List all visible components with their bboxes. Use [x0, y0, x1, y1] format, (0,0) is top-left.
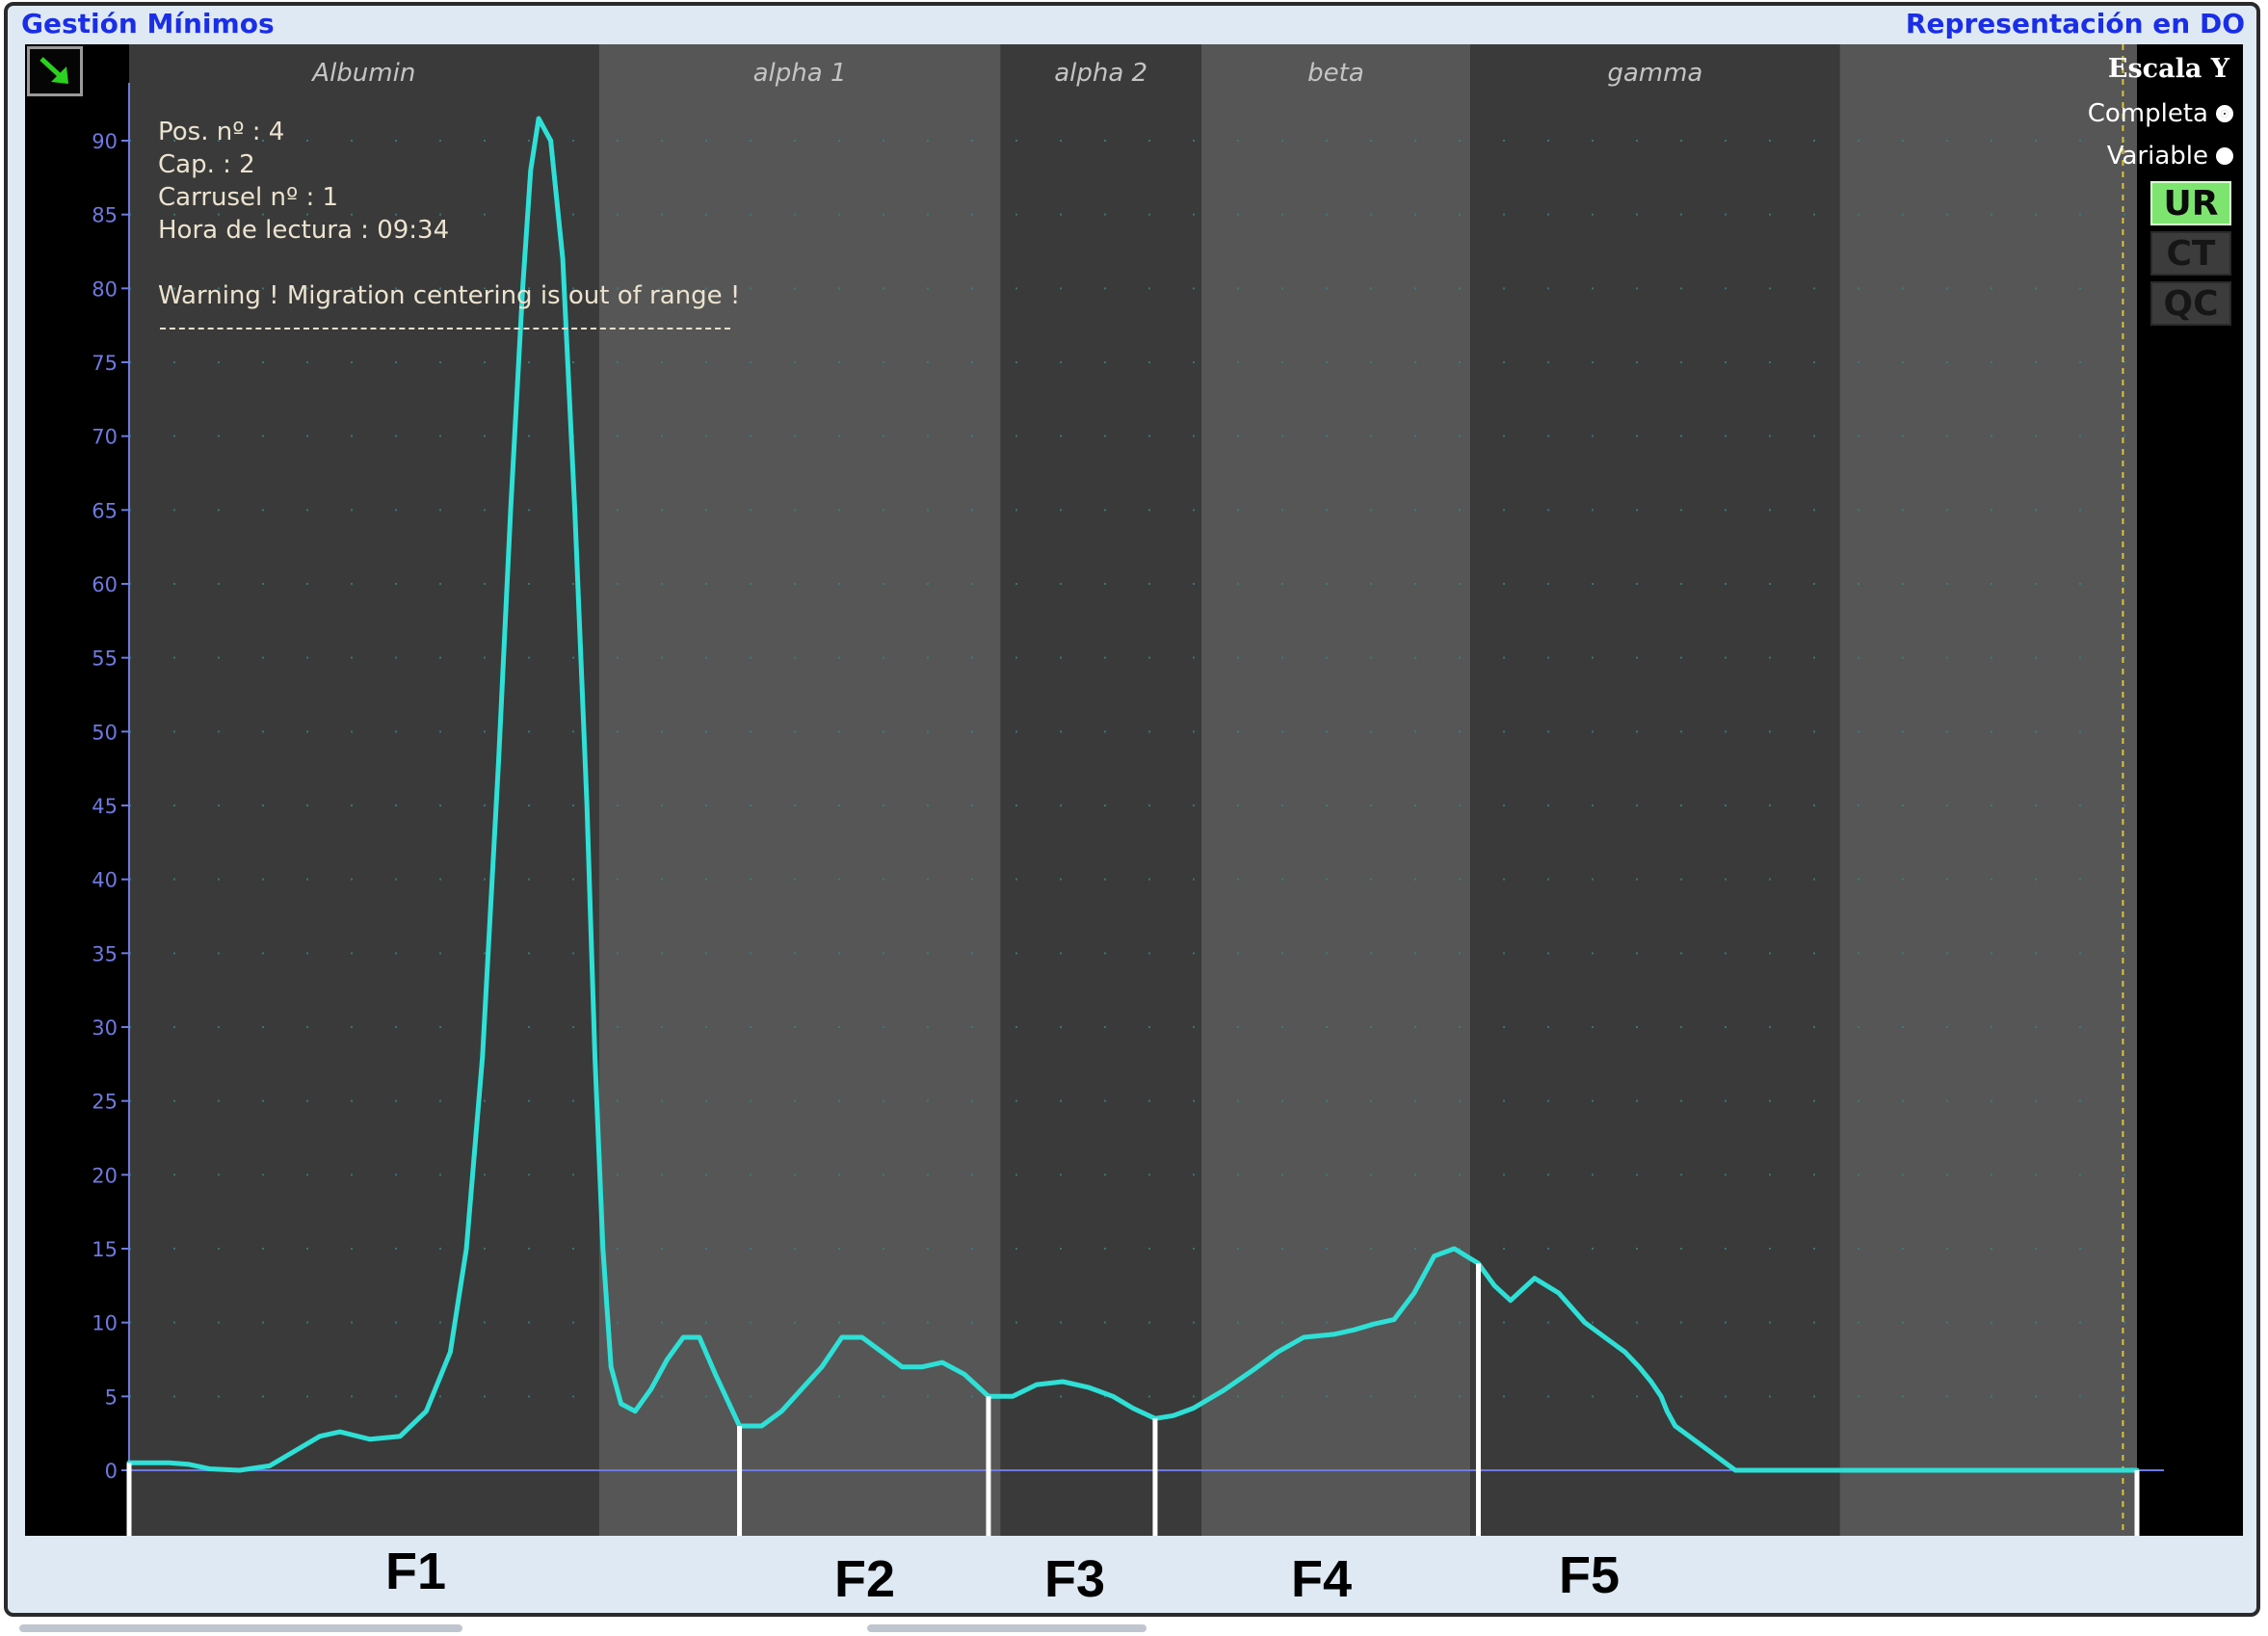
y-tick-label: 5	[105, 1385, 118, 1409]
zone-band	[129, 44, 599, 1536]
y-tick-label: 85	[92, 204, 118, 227]
densitometry-chart: Albumin alpha 1 alpha 2 beta gamma 0 5 10 15 20 25…	[92, 44, 2164, 1536]
zone-label: Albumin	[310, 59, 415, 88]
zone-band	[1470, 44, 1840, 1536]
migration-warning: Warning ! Migration centering is out of …	[158, 281, 741, 310]
scale-option-variable[interactable]: Variable	[2107, 139, 2233, 173]
read-time: Hora de lectura : 09:34	[158, 216, 450, 245]
y-tick-label: 30	[92, 1016, 118, 1040]
mode-button-qc[interactable]: QC	[2150, 281, 2231, 326]
zone-band	[1000, 44, 1201, 1536]
fraction-label-f4: F4	[1291, 1550, 1353, 1608]
y-tick-label: 35	[92, 942, 118, 965]
radio-selected-icon[interactable]	[2216, 105, 2233, 122]
fraction-label-f1: F1	[385, 1543, 447, 1600]
y-tick-label: 50	[92, 721, 118, 744]
window-title-right: Representación en DO	[1905, 8, 2245, 40]
mode-button-ct[interactable]: CT	[2150, 231, 2231, 276]
y-tick-label: 45	[92, 795, 118, 818]
scale-option-completa[interactable]: Completa	[2088, 96, 2233, 131]
bottom-tab-left	[19, 1624, 462, 1632]
warning-underline	[160, 328, 730, 330]
zone-label: alpha 2	[1054, 59, 1147, 88]
fraction-label-f2: F2	[834, 1550, 896, 1608]
y-tick-label: 65	[92, 499, 118, 522]
scale-option-label: Variable	[2106, 142, 2208, 171]
zone-band	[598, 44, 1001, 1536]
carousel-number: Carrusel nº : 1	[158, 183, 339, 212]
zone-label: alpha 1	[753, 59, 847, 88]
y-scale-title: Escala Y	[2107, 54, 2229, 84]
y-tick-label: 60	[92, 573, 118, 596]
y-tick-label: 20	[92, 1164, 118, 1187]
y-tick-label: 40	[92, 869, 118, 892]
y-tick-label: 90	[92, 130, 118, 153]
mode-button-ur[interactable]: UR	[2150, 181, 2231, 225]
fraction-label-f3: F3	[1044, 1550, 1106, 1608]
arrow-down-right-icon	[40, 57, 68, 84]
radio-unselected-icon[interactable]	[2216, 147, 2233, 165]
position-number: Pos. nº : 4	[158, 118, 285, 146]
densitometry-plot: Albumin alpha 1 alpha 2 beta gamma 0 5 10 15 20 25…	[25, 44, 2243, 1536]
y-tick-label: 75	[92, 352, 118, 375]
capillary-number: Cap. : 2	[158, 150, 255, 179]
fraction-label-f5: F5	[1559, 1546, 1621, 1604]
y-tick-label: 70	[92, 426, 118, 449]
expand-arrow-button[interactable]	[27, 46, 83, 96]
y-tick-label: 55	[92, 647, 118, 671]
bottom-tab-middle	[867, 1624, 1147, 1632]
y-scale-panel: Escala Y Completa Variable UR CT QC	[2044, 48, 2237, 337]
y-tick-label: 15	[92, 1238, 118, 1261]
y-tick-label: 0	[105, 1460, 118, 1483]
y-tick-label: 25	[92, 1091, 118, 1114]
zone-label: gamma	[1607, 59, 1702, 88]
y-tick-label: 10	[92, 1312, 118, 1335]
zone-band	[1200, 44, 1471, 1536]
y-tick-label: 80	[92, 277, 118, 301]
zone-label: beta	[1307, 59, 1364, 88]
scale-option-label: Completa	[2087, 99, 2208, 128]
window-title-left: Gestión Mínimos	[21, 8, 275, 40]
